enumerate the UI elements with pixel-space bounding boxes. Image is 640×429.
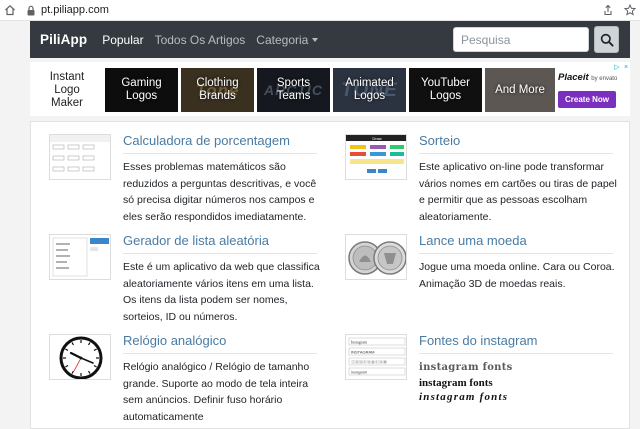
title-divider	[419, 353, 613, 354]
title-divider	[419, 253, 613, 254]
nav-all-articles[interactable]: Todos Os Artigos	[155, 33, 246, 47]
analog-clock-thumbnail[interactable]	[49, 334, 111, 380]
app-description: Esses problemas matemáticos são reduzido…	[123, 161, 317, 223]
thumb-line-4: instagram	[351, 370, 367, 375]
ad-close-icon[interactable]: ×	[622, 64, 630, 72]
title-divider	[123, 353, 317, 354]
adchoices-icon[interactable]: ▷	[613, 64, 621, 72]
font-samples: instagram fonts instagram fonts instagra…	[419, 361, 615, 405]
ad-tile-gaming-logos[interactable]: Gaming Logos	[105, 68, 178, 112]
url-text[interactable]: pt.piliapp.com	[41, 4, 109, 16]
instagram-fonts-thumbnail[interactable]: Instagram INSTAGRAM ⓘⓝⓢⓣⓐⓖⓡⓐⓜ instagram	[345, 334, 407, 380]
search-icon	[600, 33, 614, 47]
app-title[interactable]: Sorteio	[419, 133, 460, 148]
thumb-line-3: ⓘⓝⓢⓣⓐⓖⓡⓐⓜ	[351, 359, 387, 365]
star-icon[interactable]	[623, 3, 636, 16]
app-title[interactable]: Relógio analógico	[123, 333, 226, 348]
percentage-calculator-thumbnail[interactable]	[49, 134, 111, 180]
nav-popular[interactable]: Popular	[102, 33, 143, 47]
ad-tile-sports-teams[interactable]: ARCTIC Sports Teams	[257, 68, 330, 112]
font-sample-1: instagram fonts	[419, 362, 513, 373]
site-navbar: PiliApp Popular Todos Os Artigos Categor…	[30, 21, 630, 58]
nav-category[interactable]: Categoria	[256, 32, 319, 47]
ad-tile-instant-logo-maker[interactable]: Instant Logo Maker	[32, 68, 102, 112]
app-title[interactable]: Calculadora de porcentagem	[123, 133, 290, 148]
create-now-button[interactable]: Create Now	[558, 91, 616, 108]
draw-thumb-label: Draw	[372, 136, 381, 141]
caret-down-icon	[312, 37, 319, 42]
thumb-line-1: Instagram	[351, 340, 368, 345]
app-title[interactable]: Lance uma moeda	[419, 233, 527, 248]
search-button[interactable]	[594, 26, 619, 53]
ad-tile-youtuber-logos[interactable]: YouTuber Logos	[409, 68, 482, 112]
ad-banner[interactable]: Instant Logo Maker Gaming Logos Tone Clo…	[30, 62, 630, 116]
home-icon[interactable]	[3, 3, 17, 17]
title-divider	[123, 253, 317, 254]
share-icon[interactable]	[601, 3, 614, 16]
ad-tile-animated-logos[interactable]: TONE Animated Logos	[333, 68, 406, 112]
browser-address-bar: pt.piliapp.com	[0, 0, 640, 21]
app-description: Este é um aplicativo da web que classifi…	[123, 261, 320, 323]
title-divider	[123, 153, 317, 154]
app-list: Calculadora de porcentagem Esses problem…	[30, 121, 630, 429]
app-title[interactable]: Fontes do instagram	[419, 333, 538, 348]
app-description: Jogue uma moeda online. Cara ou Coroa. A…	[419, 261, 615, 290]
thumb-line-2: INSTAGRAM	[351, 350, 374, 355]
coin-flip-thumbnail[interactable]	[345, 234, 407, 280]
app-description: Relógio analógico / Relógio de tamanho g…	[123, 361, 310, 423]
clock-icon	[59, 336, 103, 379]
search-input[interactable]	[453, 27, 589, 52]
placeit-logo: Placeit by envato	[558, 72, 618, 83]
ad-tile-clothing-brands[interactable]: Tone Clothing Brands	[181, 68, 254, 112]
title-divider	[419, 153, 613, 154]
random-list-thumbnail[interactable]	[49, 234, 111, 280]
lock-icon[interactable]	[25, 4, 37, 16]
brand-logo[interactable]: PiliApp	[40, 32, 87, 47]
draw-thumbnail[interactable]: Draw	[345, 134, 407, 180]
nav-category-label: Categoria	[256, 32, 309, 47]
font-sample-2: instagram fonts	[419, 376, 493, 389]
app-description: Este aplicativo on-line pode transformar…	[419, 161, 617, 223]
placeit-ad[interactable]: Placeit by envato Create Now	[558, 72, 628, 114]
app-title[interactable]: Gerador de lista aleatória	[123, 233, 269, 248]
font-sample-3: instagram fonts	[419, 391, 509, 403]
ad-tile-and-more[interactable]: And More	[485, 68, 555, 112]
